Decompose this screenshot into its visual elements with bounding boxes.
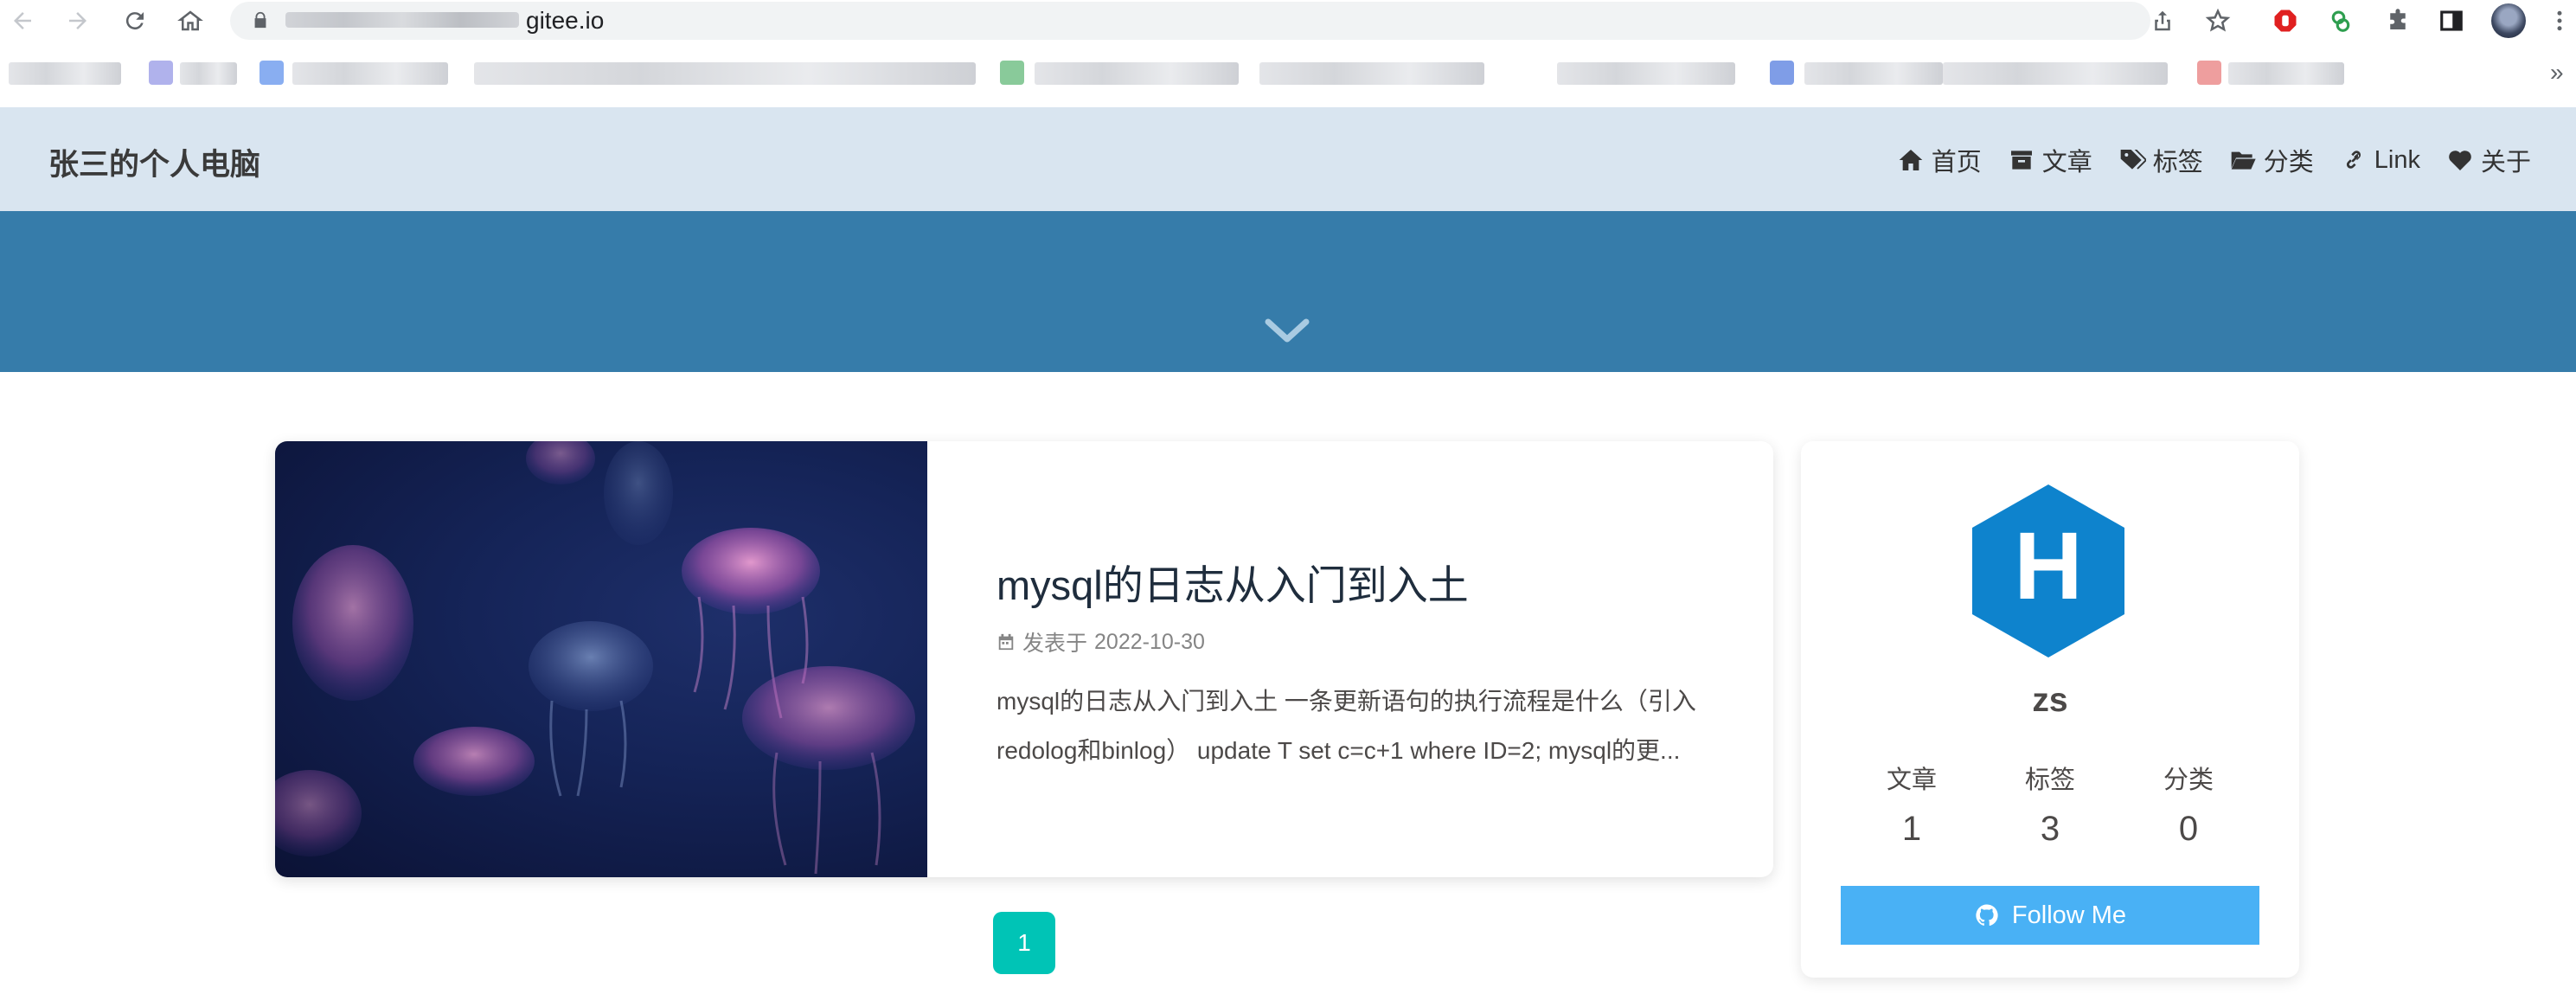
archive-icon <box>2010 151 2032 170</box>
bookmark-item[interactable] <box>2228 62 2344 85</box>
browser-toolbar: gitee.io <box>0 0 2576 42</box>
stat-label: 标签 <box>2024 766 2075 794</box>
site-header: 张三的个人电脑 首页 文章 标签 分类 Link 关于 <box>0 107 2576 211</box>
post-excerpt: mysql的日志从入门到入土 一条更新语句的执行流程是什么（引入redolog和… <box>996 688 1696 764</box>
author-stats: 文章 1 标签 3 分类 0 <box>1842 760 2258 849</box>
arrow-right-icon <box>69 12 87 29</box>
avatar[interactable]: H <box>1970 484 2126 657</box>
post-cover-image[interactable] <box>275 441 927 877</box>
follow-me-button[interactable]: Follow Me <box>1841 886 2259 945</box>
stat-value: 0 <box>2178 810 2199 848</box>
jellyfish-illustration <box>275 441 915 875</box>
bookmark-favicon <box>1770 61 1794 85</box>
menu-item-archive[interactable]: 文章 <box>2008 142 2092 178</box>
stat-tags[interactable]: 标签 3 <box>1981 760 2119 849</box>
heart-icon <box>2449 151 2471 170</box>
puzzle-icon <box>2390 9 2406 29</box>
stat-articles[interactable]: 文章 1 <box>1842 760 1981 849</box>
menu-item-home[interactable]: 首页 <box>1897 142 1982 178</box>
profile-avatar[interactable] <box>2491 3 2526 38</box>
extensions-button[interactable] <box>2382 5 2413 36</box>
avatar-letter: H <box>2014 513 2082 619</box>
menu-item-about[interactable]: 关于 <box>2446 142 2531 178</box>
link-icon <box>2346 151 2361 169</box>
bookmark-item[interactable] <box>180 62 237 85</box>
bookmark-item[interactable] <box>9 62 121 85</box>
stat-label: 分类 <box>2163 766 2214 794</box>
arrow-left-icon <box>14 12 31 29</box>
url-obscured-part <box>285 12 519 28</box>
pagination-current-page[interactable]: 1 <box>993 912 1055 974</box>
page-banner <box>0 211 2576 372</box>
share-icon <box>2155 10 2170 31</box>
home-icon <box>1899 150 1923 170</box>
bookmark-item[interactable] <box>1259 62 1484 85</box>
menu-item-label: Link <box>2374 145 2420 174</box>
menu-item-label: 关于 <box>2480 149 2531 176</box>
menu-item-label: 首页 <box>1931 149 1982 176</box>
main-menu: 首页 文章 标签 分类 Link 关于 <box>1897 142 2531 178</box>
menu-item-label: 文章 <box>2041 149 2092 176</box>
adblock-extension-button[interactable] <box>2270 5 2301 36</box>
bookmark-star-button[interactable] <box>2202 5 2233 36</box>
bookmarks-overflow-icon[interactable]: » <box>2550 59 2564 87</box>
extension-green-button[interactable] <box>2325 5 2356 36</box>
chevron-down-icon[interactable] <box>1263 315 1311 346</box>
star-icon <box>2205 8 2231 32</box>
bookmarks-bar: » <box>0 52 2576 97</box>
bookmark-item[interactable] <box>1557 62 1735 85</box>
home-browser-button[interactable] <box>175 5 206 36</box>
stop-hand-icon <box>2274 10 2297 32</box>
stat-value: 1 <box>1901 810 1922 848</box>
kebab-menu-icon <box>2557 10 2562 31</box>
side-panel-button[interactable] <box>2436 5 2467 36</box>
post-title-link[interactable]: mysql的日志从入门到入土 <box>996 552 1469 612</box>
stat-categories[interactable]: 分类 0 <box>2119 760 2258 849</box>
lock-icon <box>254 11 266 29</box>
menu-item-tags[interactable]: 标签 <box>2118 142 2203 178</box>
menu-item-link[interactable]: Link <box>2340 142 2420 178</box>
calendar-icon <box>998 633 1014 651</box>
reload-button[interactable] <box>119 5 151 36</box>
post-meta: 发表于 2022-10-30 <box>996 626 1205 657</box>
stat-value: 3 <box>2040 810 2060 848</box>
bookmark-favicon <box>149 61 173 85</box>
menu-item-label: 分类 <box>2263 149 2314 176</box>
bookmark-favicon <box>2197 61 2221 85</box>
bookmark-item[interactable] <box>474 62 976 85</box>
side-panel-icon <box>2440 10 2463 31</box>
menu-item-label: 标签 <box>2152 149 2203 176</box>
follow-me-label: Follow Me <box>2011 901 2127 929</box>
menu-item-categories[interactable]: 分类 <box>2229 142 2314 178</box>
author-name: zs <box>2032 682 2068 719</box>
url-domain: gitee.io <box>526 7 605 34</box>
site-title[interactable]: 张三的个人电脑 <box>48 140 260 184</box>
github-icon <box>1976 904 1998 927</box>
back-button[interactable] <box>7 5 38 36</box>
home-outline-icon <box>177 10 203 31</box>
bookmark-favicon <box>260 61 284 85</box>
forward-button[interactable] <box>62 5 93 36</box>
browser-menu-button[interactable] <box>2547 5 2573 36</box>
bookmark-item[interactable] <box>1943 62 2168 85</box>
author-info-card: H zs 文章 1 标签 3 分类 0 Follow Me <box>1801 441 2299 978</box>
share-button[interactable] <box>2147 5 2178 36</box>
folder-open-icon <box>2231 151 2256 170</box>
bookmark-item[interactable] <box>1804 62 1943 85</box>
post-meta-label: 发表于 <box>1022 632 1088 656</box>
tags-icon <box>2120 150 2146 170</box>
bookmark-item[interactable] <box>1035 62 1239 85</box>
bookmark-favicon <box>1000 61 1024 85</box>
post-date: 2022-10-30 <box>1094 629 1205 654</box>
extension-logo-icon <box>2331 10 2350 32</box>
post-card: mysql的日志从入门到入土 发表于 2022-10-30 mysql的日志从入… <box>275 441 1773 877</box>
reload-icon <box>125 12 144 30</box>
bookmark-item[interactable] <box>292 62 448 85</box>
stat-label: 文章 <box>1886 766 1937 794</box>
